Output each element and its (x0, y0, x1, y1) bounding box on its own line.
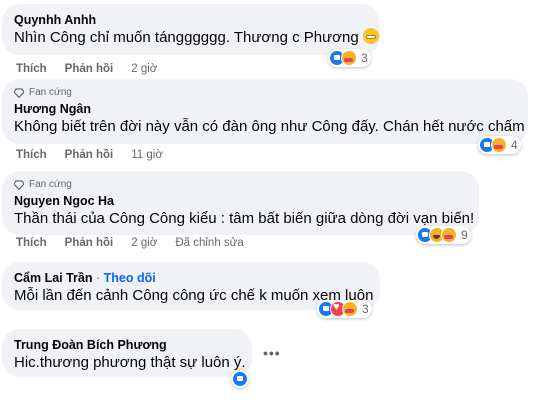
like-reaction-icon (232, 371, 248, 387)
like-link[interactable]: Thích (16, 149, 47, 161)
commenter-name[interactable]: Trung Đoàn Bích Phương (14, 337, 240, 353)
reply-link[interactable]: Phản hồi (65, 63, 114, 75)
comment: Fan cứng Nguyen Ngoc Ha Thần thái của Cô… (2, 171, 479, 249)
comment: Fan cứng Hương Ngân Không biết trên đời … (2, 79, 528, 161)
reaction-count: 3 (361, 51, 368, 65)
reaction-summary[interactable]: 3 (317, 300, 372, 318)
care-reaction-icon (491, 137, 507, 153)
comment: Quynhh Anhh Nhìn Công chỉ muốn tángggggg… (2, 4, 380, 75)
diamond-icon (14, 87, 24, 98)
comment-actions: Thích Phản hồi 2 giờ (16, 63, 175, 75)
commenter-name[interactable]: Cẩm Lai Trần (14, 271, 93, 285)
reaction-summary[interactable]: 9 (416, 226, 471, 244)
comment-text: Nhìn Công chỉ muốn tángggggg. Thương c P… (14, 28, 379, 48)
follow-button[interactable]: Theo dõi (104, 271, 156, 285)
edited-label: Đã chỉnh sửa (175, 237, 244, 249)
comment-text: Thần thái của Công Công kiểu : tâm bất b… (14, 210, 475, 227)
comment-time[interactable]: 2 giờ (131, 63, 157, 75)
grinning-face-emoji-icon (362, 28, 379, 44)
comment-time[interactable]: 2 giờ (131, 237, 157, 249)
reaction-count: 3 (362, 302, 369, 316)
comment-time[interactable]: 11 giờ (131, 149, 163, 161)
reaction-count: 9 (461, 228, 468, 242)
comment-text: Hic.thương phương thật sự luôn ý. (14, 354, 246, 371)
comment-text: Không biết trên đời này vẫn có đàn ông n… (14, 118, 525, 135)
comment-text: Mỗi lần đến cảnh Công công ức chế k muốn… (14, 287, 374, 304)
care-reaction-icon (441, 227, 457, 243)
reaction-count: 4 (511, 138, 518, 152)
comment: Cẩm Lai Trần · Theo dõi Mỗi lần đến cảnh… (2, 262, 380, 318)
commenter-name-row: Cẩm Lai Trần · Theo dõi (14, 270, 368, 286)
commenter-name[interactable]: Quynhh Anhh (14, 12, 368, 28)
reaction-summary[interactable]: 3 (328, 49, 371, 67)
comment-bubble: Fan cứng Hương Ngân Không biết trên đời … (2, 79, 528, 144)
more-options-icon[interactable]: ••• (263, 345, 281, 361)
comment-bubble: Quynhh Anhh Nhìn Công chỉ muốn tángggggg… (2, 4, 380, 55)
care-reaction-icon (342, 301, 358, 317)
reply-link[interactable]: Phản hồi (65, 237, 114, 249)
comment: Trung Đoàn Bích Phương Hic.thương phương… (2, 329, 280, 388)
comment-actions: Thích Phản hồi 2 giờ Đã chỉnh sửa (16, 237, 262, 249)
commenter-name[interactable]: Hương Ngân (14, 101, 516, 117)
comment-bubble: Fan cứng Nguyen Ngoc Ha Thần thái của Cô… (2, 171, 479, 235)
reply-link[interactable]: Phản hồi (65, 149, 114, 161)
fan-badge: Fan cứng (14, 87, 516, 98)
reaction-summary[interactable] (231, 370, 249, 388)
reaction-summary[interactable]: 4 (478, 136, 521, 154)
diamond-icon (14, 179, 24, 190)
like-link[interactable]: Thích (16, 63, 47, 75)
commenter-name[interactable]: Nguyen Ngoc Ha (14, 193, 467, 209)
care-reaction-icon (341, 50, 357, 66)
comment-bubble: Trung Đoàn Bích Phương Hic.thương phương… (2, 329, 252, 377)
separator-dot: · (95, 271, 101, 285)
fan-badge: Fan cứng (14, 179, 467, 190)
like-link[interactable]: Thích (16, 237, 47, 249)
comment-actions: Thích Phản hồi 11 giờ (16, 149, 181, 161)
